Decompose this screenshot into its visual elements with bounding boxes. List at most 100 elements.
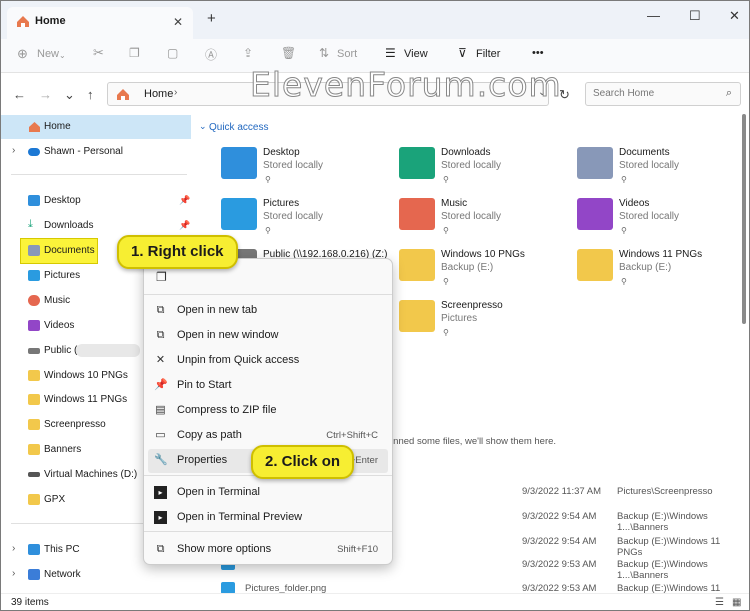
tile-name: Documents — [619, 147, 670, 158]
forward-arrow-icon[interactable]: → — [39, 87, 52, 102]
sidebar-item-desktop[interactable]: Desktop 📌 — [1, 189, 191, 213]
new-plus-icon[interactable]: ⊕ — [17, 46, 28, 62]
redacted-address — [76, 344, 140, 357]
recent-chevron-icon[interactable]: ⌄ — [64, 87, 75, 103]
close-tab-icon[interactable]: ✕ — [173, 15, 183, 29]
menu-item-label: Pin to Start — [177, 379, 232, 391]
folder-icon — [28, 394, 40, 405]
sidebar-label: GPX — [44, 494, 66, 505]
open-new-tab-icon: ⧉ — [156, 304, 165, 316]
pin-icon: ⚲ — [443, 175, 449, 184]
menu-item-shortcut: Shift+F10 — [337, 544, 378, 555]
sidebar-label: Virtual Machines (D:) — [44, 469, 138, 480]
row-date: 9/3/2022 9:54 AM — [522, 536, 597, 547]
quick-access-tile[interactable]: Downloads Stored locally ⚲ — [399, 145, 575, 191]
divider — [11, 174, 187, 175]
quick-access-tile[interactable]: Pictures Stored locally ⚲ — [221, 196, 397, 242]
sidebar-label: Network — [44, 569, 81, 580]
menu-separator — [144, 531, 392, 532]
chevron-down-icon[interactable]: ⌄ — [199, 121, 207, 132]
quick-access-tile[interactable]: Videos Stored locally ⚲ — [577, 196, 749, 242]
menu-item[interactable]: ▤ Compress to ZIP file — [148, 399, 388, 423]
scrollbar[interactable] — [742, 114, 746, 324]
search-icon: ⌕ — [725, 87, 732, 99]
sidebar-label: Videos — [44, 320, 75, 331]
menu-item[interactable]: ✕ Unpin from Quick access — [148, 349, 388, 373]
share-icon[interactable]: ⇪ — [243, 46, 253, 60]
tab-home[interactable]: Home ✕ — [7, 7, 193, 39]
menu-item[interactable]: ▸ Open in Terminal Preview — [148, 506, 388, 530]
row-date: 9/3/2022 11:37 AM — [522, 486, 602, 497]
tile-name: Videos — [619, 198, 650, 209]
file-explorer-window: Home ✕ + — ☐ ✕ ⊕ New ⌄ ✂ ❐ ▢ Ⓐ ⇪ 🗑 ⇅ Sor… — [0, 0, 750, 611]
copy-icon[interactable]: ❐ — [129, 46, 140, 60]
filter-icon[interactable]: ⊽ — [458, 46, 467, 60]
paste-icon[interactable]: ▢ — [167, 46, 178, 60]
callout-click-on: 2. Click on — [251, 445, 355, 479]
folder-icon — [28, 494, 40, 505]
minimize-button[interactable]: — — [647, 8, 660, 23]
tile-name: Downloads — [441, 147, 491, 158]
chevron-right-icon[interactable]: › — [12, 145, 15, 156]
rename-icon[interactable]: Ⓐ — [205, 46, 217, 63]
menu-item[interactable]: ▸ Open in Terminal — [148, 481, 388, 505]
menu-item[interactable]: ⧉ Show more options Shift+F10 — [148, 538, 388, 562]
sidebar-item-onedrive[interactable]: › Shawn - Personal — [1, 140, 191, 164]
desktop-icon — [28, 195, 40, 206]
pin-icon: ⚲ — [621, 175, 627, 184]
tile-name: Screenpresso — [441, 300, 503, 311]
chevron-right-icon[interactable]: › — [12, 543, 15, 554]
search-placeholder: Search Home — [593, 88, 655, 99]
tile-subtitle: Stored locally — [619, 160, 680, 171]
maximize-button[interactable]: ☐ — [689, 8, 701, 24]
new-tab-button[interactable]: + — [207, 10, 216, 27]
quick-access-heading[interactable]: Quick access — [209, 122, 268, 133]
chevron-right-icon: › — [174, 87, 178, 98]
menu-item[interactable]: 📌 Pin to Start — [148, 374, 388, 398]
up-arrow-icon[interactable]: ↑ — [87, 87, 94, 102]
tile-subtitle: Stored locally — [441, 160, 502, 171]
tile-subtitle: Stored locally — [619, 211, 680, 222]
sort-icon[interactable]: ⇅ — [319, 46, 329, 60]
tiles-view-icon[interactable]: ▦ — [732, 597, 741, 608]
pin-icon: ⚲ — [621, 226, 627, 235]
sidebar-label: Screenpresso — [44, 419, 106, 430]
new-button[interactable]: New — [37, 48, 59, 60]
quick-access-tile[interactable]: Desktop Stored locally ⚲ — [221, 145, 397, 191]
sidebar-label: Shawn - Personal — [44, 146, 123, 157]
open-new-window-icon: ⧉ — [156, 329, 165, 341]
quick-access-tile[interactable]: Documents Stored locally ⚲ — [577, 145, 749, 191]
menu-item[interactable]: ⧉ Open in new tab — [148, 299, 388, 323]
watermark: ElevenForum.com — [250, 65, 562, 105]
view-icon[interactable]: ☰ — [385, 46, 396, 60]
onedrive-icon — [28, 148, 40, 156]
tile-subtitle: Stored locally — [263, 160, 324, 171]
sidebar-label: Home — [44, 121, 71, 132]
quick-access-tile[interactable]: Screenpresso Pictures ⚲ — [399, 298, 575, 344]
empty-favorites-text: ’ve pinned some files, we'll show them h… — [371, 436, 557, 447]
sidebar-label: Windows 10 PNGs — [44, 370, 128, 381]
back-arrow-icon[interactable]: ← — [13, 87, 26, 102]
sort-button[interactable]: Sort — [337, 48, 357, 60]
view-button[interactable]: View — [404, 48, 428, 60]
folder-icon — [28, 419, 40, 430]
sidebar-item-network[interactable]: › Network — [1, 563, 191, 587]
details-view-icon[interactable]: ☰ — [715, 597, 724, 608]
sidebar-item-home[interactable]: Home — [1, 115, 191, 139]
quick-access-tile[interactable]: Windows 11 PNGs Backup (E:) ⚲ — [577, 247, 749, 293]
search-box[interactable]: Search Home ⌕ — [585, 82, 741, 106]
menu-item[interactable]: ⧉ Open in new window — [148, 324, 388, 348]
tile-name: Music — [441, 198, 468, 209]
see-more-button[interactable]: ••• — [532, 47, 544, 59]
quick-access-tile[interactable]: Windows 10 PNGs Backup (E:) ⚲ — [399, 247, 575, 293]
filter-button[interactable]: Filter — [476, 48, 500, 60]
pin-icon: ⚲ — [443, 277, 449, 286]
row-date: 9/3/2022 9:54 AM — [522, 511, 597, 522]
close-window-button[interactable]: ✕ — [729, 8, 740, 24]
chevron-right-icon[interactable]: › — [12, 568, 15, 579]
menu-item-label: Open in new window — [177, 329, 279, 341]
delete-icon[interactable]: 🗑 — [281, 46, 296, 60]
copy-icon[interactable]: ❐ — [156, 270, 167, 284]
quick-access-tile[interactable]: Music Stored locally ⚲ — [399, 196, 575, 242]
cut-icon[interactable]: ✂ — [93, 45, 104, 61]
